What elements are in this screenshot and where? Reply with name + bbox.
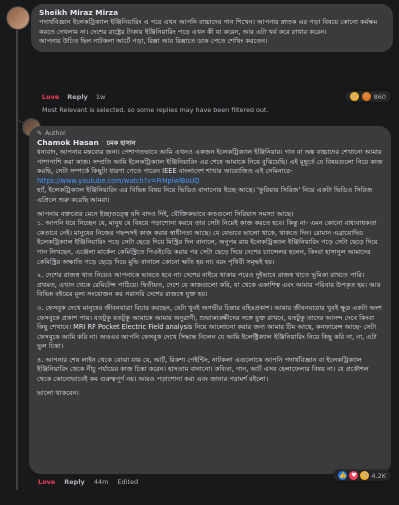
comments-panel: Sheikh Miraz Mirza পদার্থবিজ্ঞান ইলেকট্র… bbox=[0, 0, 399, 505]
reply-author-suffix[interactable]: চমক হাসান bbox=[107, 138, 136, 148]
reply-paragraph: আপনার বক্তব্যের মেনে ইচ্ছাতত্ত্বে যদি বা… bbox=[37, 209, 378, 266]
reaction-summary[interactable]: 😆 😠 860 bbox=[344, 91, 391, 102]
comment-author[interactable]: Sheikh Miraz Mirza bbox=[39, 8, 385, 18]
reply-paragraph: ৩. ফেসবুক দেখে মানুষের জীবনযাত্রা বিচার … bbox=[37, 303, 382, 351]
reply-paragraph: ২. দেশের রাজস্ব খাত নিয়েও আপনাকে ভাবতে … bbox=[37, 271, 381, 299]
reply-actions: Love Reply 44m Edited bbox=[38, 478, 138, 486]
comment-actions: Love Reply 1w bbox=[42, 93, 105, 101]
author-badge: ✎ Author bbox=[37, 129, 383, 138]
reply-button[interactable]: Reply bbox=[64, 478, 85, 486]
reaction-count: 4.2K bbox=[371, 471, 386, 480]
reply-bubble: ✎ Author Chamok Hasan · চমক হাসান ধন্যবা… bbox=[29, 126, 391, 474]
love-button[interactable]: Love bbox=[42, 93, 59, 101]
angry-icon: 😠 bbox=[361, 92, 371, 101]
love-icon: ♥ bbox=[349, 471, 359, 480]
like-icon: 👍 bbox=[338, 471, 348, 480]
quote-icon: ✎ bbox=[37, 130, 43, 137]
comment-text: পদার্থবিজ্ঞান ইলেকট্রিক্যাল ইঞ্জিনিয়ারি… bbox=[39, 18, 378, 46]
reaction-count: 860 bbox=[373, 92, 386, 101]
haha-icon: 😆 bbox=[349, 92, 359, 101]
reply-signoff: ভালো থাকবেন। bbox=[37, 388, 79, 397]
reply-button[interactable]: Reply bbox=[67, 93, 88, 101]
filter-note: Most Relevant is selected, so some repli… bbox=[42, 106, 269, 114]
love-button[interactable]: Love bbox=[38, 478, 55, 486]
reply-paragraph: হ্যাঁ, ইলেকট্রিক্যাল ইঞ্জিনিয়ারিং এর বি… bbox=[37, 186, 373, 204]
timestamp: 1w bbox=[95, 93, 106, 101]
avatar[interactable] bbox=[6, 6, 30, 30]
edited-label[interactable]: Edited bbox=[117, 478, 138, 486]
reply-author-row: Chamok Hasan · চমক হাসান bbox=[37, 138, 383, 148]
haha-icon: 😆 bbox=[360, 471, 370, 480]
thread-line bbox=[16, 30, 18, 490]
author-badge-label: Author bbox=[45, 130, 66, 137]
comment-bubble: Sheikh Miraz Mirza পদার্থবিজ্ঞান ইলেকট্র… bbox=[31, 4, 393, 52]
youtube-link[interactable]: https://www.youtube.com/watch?v=FrHplwlB… bbox=[37, 177, 383, 187]
timestamp: 44m bbox=[93, 478, 109, 486]
reply-paragraph: ৪. আপনার শেষ লাইন থেকে বোঝা যায় যে, আর্… bbox=[37, 355, 369, 384]
reaction-summary[interactable]: 👍 ♥ 😆 4.2K bbox=[333, 470, 391, 481]
separator-dot: · bbox=[101, 139, 104, 146]
reply-author[interactable]: Chamok Hasan bbox=[37, 138, 99, 148]
reply-paragraph: ধন্যবাদ, আপনার মন্তব্যের জন্য। পেশাগতভাব… bbox=[37, 148, 383, 176]
